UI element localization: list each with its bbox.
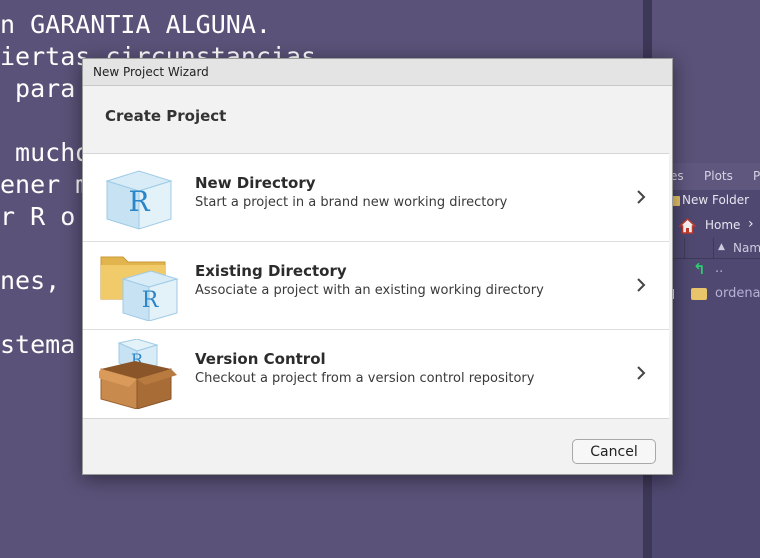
- chevron-right-icon: [637, 278, 646, 292]
- option-title: Existing Directory: [195, 262, 347, 280]
- tab-plots[interactable]: Plots: [704, 169, 733, 183]
- console-line: ener m: [0, 170, 91, 199]
- dialog-title: New Project Wizard: [93, 65, 209, 79]
- console-line: para: [0, 74, 76, 103]
- cancel-button[interactable]: Cancel: [572, 439, 656, 464]
- dialog-titlebar[interactable]: New Project Wizard: [83, 59, 672, 86]
- box-r-icon: R: [99, 339, 177, 409]
- chevron-right-icon: ›: [748, 216, 754, 232]
- r-cube-icon: R: [105, 170, 173, 230]
- folder-r-icon: R: [100, 256, 179, 321]
- option-description: Checkout a project from a version contro…: [195, 371, 535, 386]
- console-line: nes,: [0, 266, 76, 295]
- checkbox-column[interactable]: [684, 238, 714, 258]
- sort-up-icon: ▲: [718, 242, 725, 252]
- new-project-dialog: New Project Wizard Create Project R New …: [82, 58, 673, 475]
- project-type-list: R New Directory Start a project in a bra…: [83, 153, 669, 419]
- breadcrumb-home[interactable]: Home: [705, 218, 740, 232]
- column-name-header[interactable]: Nam: [733, 241, 760, 255]
- new-folder-button[interactable]: New Folder: [682, 193, 749, 207]
- dialog-heading: Create Project: [105, 107, 227, 125]
- go-up-icon: ↰: [693, 260, 706, 278]
- folder-icon: [691, 288, 707, 300]
- new-directory-option[interactable]: R New Directory Start a project in a bra…: [83, 154, 669, 241]
- file-name[interactable]: ..: [715, 261, 723, 276]
- chevron-right-icon: [637, 366, 646, 380]
- console-line: mucho: [0, 138, 91, 167]
- option-description: Start a project in a brand new working d…: [195, 195, 508, 210]
- chevron-right-icon: [637, 190, 646, 204]
- svg-text:R: R: [128, 185, 150, 218]
- home-icon[interactable]: [679, 218, 696, 234]
- file-name[interactable]: ordena: [715, 286, 760, 301]
- console-line: n GARANTIA ALGUNA.: [0, 10, 271, 39]
- console-line: stema: [0, 330, 76, 359]
- existing-directory-option[interactable]: R Existing Directory Associate a project…: [83, 241, 669, 329]
- option-title: New Directory: [195, 174, 316, 192]
- option-title: Version Control: [195, 350, 326, 368]
- svg-text:R: R: [142, 288, 160, 313]
- option-description: Associate a project with an existing wor…: [195, 283, 544, 298]
- version-control-option[interactable]: R Version Control Checkout a project fro…: [83, 329, 669, 417]
- console-line: r R o: [0, 202, 76, 231]
- tab-packages[interactable]: P: [753, 169, 760, 183]
